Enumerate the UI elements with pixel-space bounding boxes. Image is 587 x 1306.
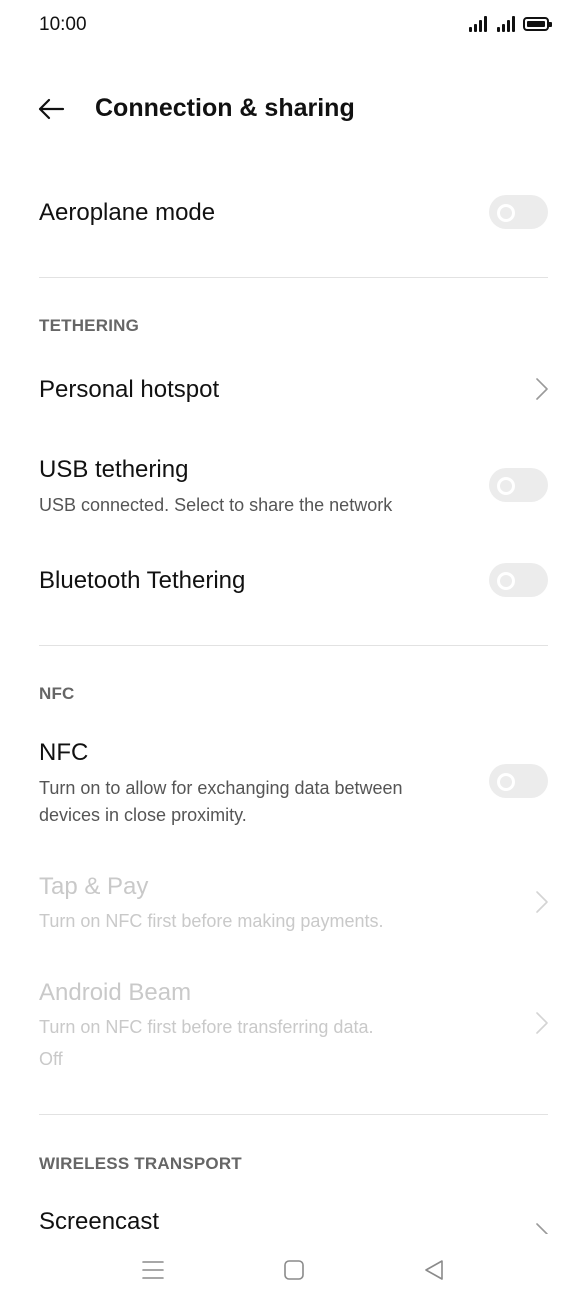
usb-tethering-subtitle: USB connected. Select to share the netwo… xyxy=(39,495,393,515)
chevron-right-icon[interactable] xyxy=(535,890,549,914)
section-header-tethering: TETHERING xyxy=(39,316,140,335)
tap-pay-label[interactable]: Tap & Pay xyxy=(39,873,148,901)
bluetooth-tethering-label[interactable]: Bluetooth Tethering xyxy=(39,567,245,595)
signal-icon-sim1 xyxy=(469,16,487,32)
page-title: Connection & sharing xyxy=(95,94,355,122)
nfc-label[interactable]: NFC xyxy=(39,739,88,767)
divider xyxy=(39,645,548,646)
back-arrow-icon[interactable] xyxy=(36,94,66,124)
battery-icon xyxy=(523,17,552,31)
divider xyxy=(39,1114,548,1115)
chevron-right-icon[interactable] xyxy=(535,1011,549,1035)
signal-icon-sim2 xyxy=(497,16,515,32)
nfc-toggle[interactable] xyxy=(489,764,548,798)
section-header-wireless-transport: WIRELESS TRANSPORT xyxy=(39,1154,242,1173)
usb-tethering-label[interactable]: USB tethering xyxy=(39,456,188,484)
android-beam-subtitle: Turn on NFC first before transferring da… xyxy=(39,1017,374,1037)
section-header-nfc: NFC xyxy=(39,684,75,703)
aeroplane-mode-toggle[interactable] xyxy=(489,195,548,229)
screencast-label[interactable]: Screencast xyxy=(39,1208,159,1236)
aeroplane-mode-label[interactable]: Aeroplane mode xyxy=(39,199,215,227)
status-icons xyxy=(469,16,552,32)
status-time: 10:00 xyxy=(39,14,87,35)
tap-pay-subtitle: Turn on NFC first before making payments… xyxy=(39,911,384,931)
chevron-right-icon[interactable] xyxy=(535,377,549,401)
home-icon[interactable] xyxy=(280,1256,308,1284)
android-beam-label[interactable]: Android Beam xyxy=(39,979,191,1007)
chevron-right-icon[interactable] xyxy=(535,1222,549,1234)
nfc-subtitle-line2: devices in close proximity. xyxy=(39,805,247,825)
bluetooth-tethering-toggle[interactable] xyxy=(489,563,548,597)
personal-hotspot-label[interactable]: Personal hotspot xyxy=(39,376,219,404)
nfc-subtitle-line1: Turn on to allow for exchanging data bet… xyxy=(39,778,403,798)
divider xyxy=(39,277,548,278)
menu-icon[interactable] xyxy=(139,1256,167,1284)
back-icon[interactable] xyxy=(420,1256,448,1284)
usb-tethering-toggle[interactable] xyxy=(489,468,548,502)
android-beam-status: Off xyxy=(39,1049,63,1069)
